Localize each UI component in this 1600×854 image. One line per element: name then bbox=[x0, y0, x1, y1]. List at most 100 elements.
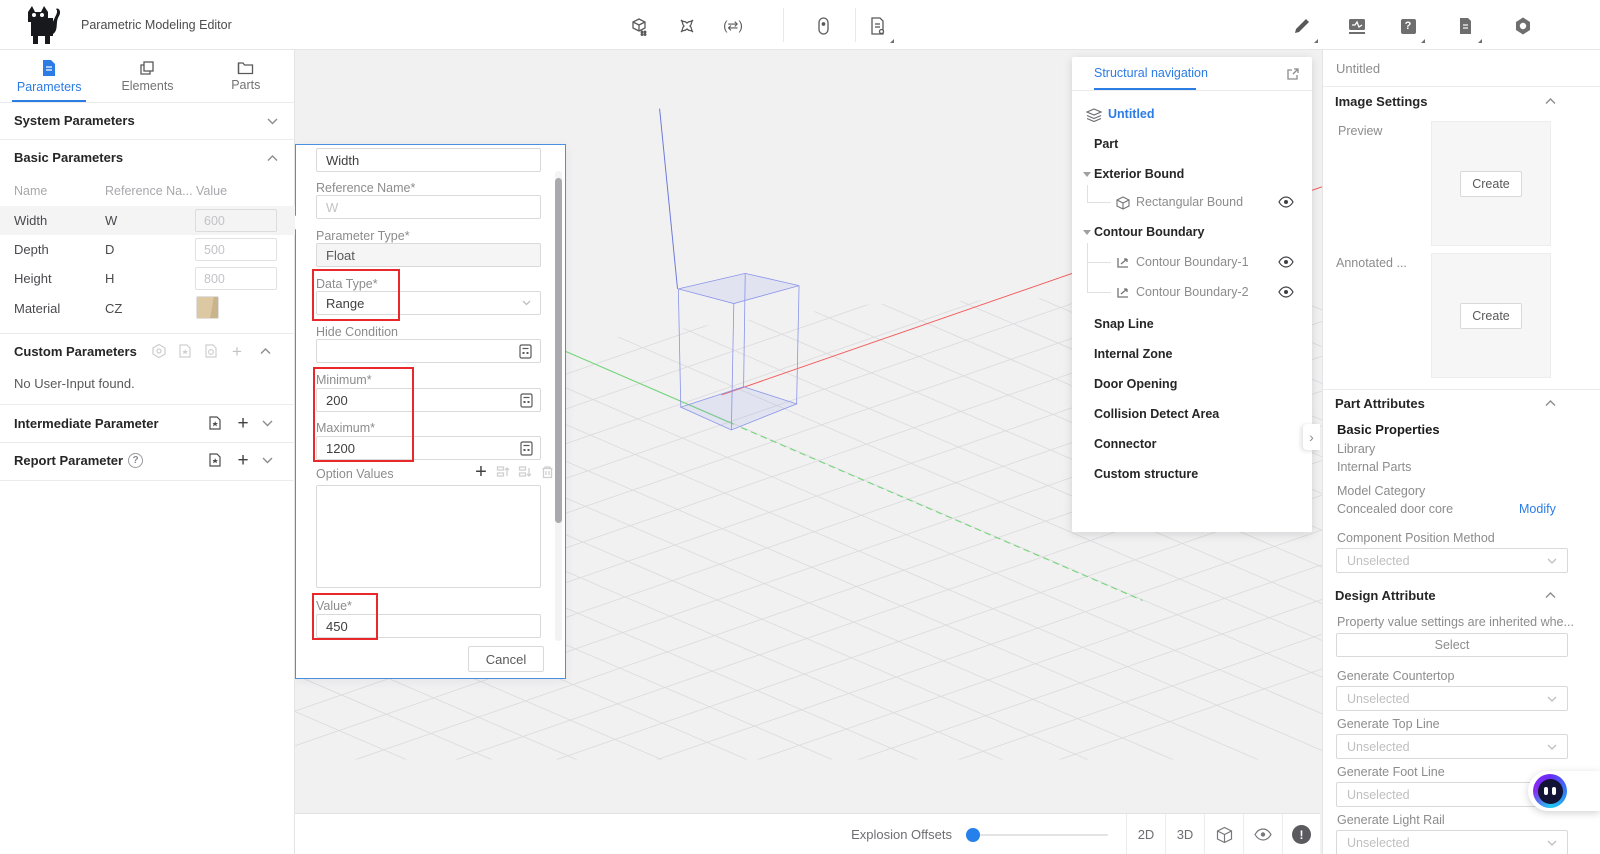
formula-calculator-icon[interactable] bbox=[520, 441, 533, 456]
visibility-button[interactable] bbox=[1243, 814, 1282, 854]
move-option-down-icon[interactable] bbox=[516, 463, 534, 481]
document-config-icon[interactable] bbox=[864, 13, 890, 39]
add-intermediate-parameter-button[interactable]: + bbox=[234, 414, 252, 432]
app-logo-cat-icon[interactable] bbox=[22, 4, 64, 48]
width-value-input[interactable] bbox=[195, 209, 277, 232]
chevron-up-icon[interactable] bbox=[1545, 400, 1556, 407]
reference-name-input[interactable] bbox=[316, 195, 541, 219]
export-template-icon[interactable] bbox=[202, 342, 220, 360]
visibility-eye-icon[interactable] bbox=[1278, 256, 1294, 268]
add-report-parameter-button[interactable]: + bbox=[234, 451, 252, 469]
tree-node-contour-boundary-1[interactable]: Contour Boundary-1 bbox=[1072, 249, 1312, 277]
basic-properties-item[interactable]: Basic Properties bbox=[1337, 422, 1440, 437]
formula-calculator-icon[interactable] bbox=[519, 344, 532, 359]
right-panel-collapse-handle[interactable]: › bbox=[1303, 424, 1320, 450]
view-2d-button[interactable]: 2D bbox=[1126, 814, 1165, 854]
tree-node-collision-detect-area[interactable]: Collision Detect Area bbox=[1072, 401, 1312, 429]
generate-top-line-select[interactable]: Unselected bbox=[1336, 734, 1568, 759]
tree-node-door-opening[interactable]: Door Opening bbox=[1072, 371, 1312, 399]
explosion-offsets-slider[interactable] bbox=[966, 834, 1108, 836]
internal-parts-item[interactable]: Internal Parts bbox=[1337, 460, 1411, 474]
parameter-name-input[interactable] bbox=[316, 148, 541, 172]
tree-node-connector[interactable]: Connector bbox=[1072, 431, 1312, 459]
edit-pencil-icon[interactable] bbox=[1288, 13, 1314, 39]
tree-node-custom-structure[interactable]: Custom structure bbox=[1072, 461, 1312, 489]
import-template-icon[interactable] bbox=[206, 451, 224, 469]
generate-light-rail-select[interactable]: Unselected bbox=[1336, 830, 1568, 854]
warning-info-button[interactable]: ! bbox=[1282, 814, 1320, 854]
modify-link[interactable]: Modify bbox=[1519, 502, 1556, 516]
expand-panel-icon[interactable] bbox=[1286, 67, 1300, 81]
report-parameter-help-icon[interactable]: ? bbox=[128, 453, 143, 468]
chevron-up-icon[interactable] bbox=[267, 155, 278, 162]
move-option-up-icon[interactable] bbox=[494, 463, 512, 481]
dialog-scrollbar-thumb[interactable] bbox=[555, 178, 562, 523]
visibility-eye-icon[interactable] bbox=[1278, 286, 1294, 298]
table-row-height[interactable]: Height H bbox=[0, 264, 295, 293]
material-swatch[interactable] bbox=[196, 296, 219, 319]
create-annotated-button[interactable]: Create bbox=[1460, 303, 1522, 329]
tab-parts[interactable]: Parts bbox=[197, 50, 295, 102]
hide-condition-input[interactable] bbox=[316, 339, 541, 363]
structural-navigation-tab[interactable]: Structural navigation bbox=[1094, 66, 1208, 80]
settings-gear-icon[interactable] bbox=[1510, 13, 1536, 39]
generate-countertop-select[interactable]: Unselected bbox=[1336, 686, 1568, 711]
table-row-depth[interactable]: Depth D bbox=[0, 235, 295, 264]
import-template-icon[interactable] bbox=[176, 342, 194, 360]
chevron-down-icon[interactable] bbox=[262, 420, 273, 427]
texture-pattern-icon[interactable] bbox=[674, 13, 700, 39]
chevron-up-icon[interactable] bbox=[1545, 592, 1556, 599]
library-item[interactable]: Library bbox=[1337, 442, 1375, 456]
chevron-up-icon[interactable] bbox=[260, 348, 271, 355]
dialog-scrollbar[interactable] bbox=[555, 171, 562, 641]
cancel-button[interactable]: Cancel bbox=[468, 646, 544, 672]
visibility-eye-icon[interactable] bbox=[1278, 196, 1294, 208]
caret-down-icon[interactable] bbox=[1083, 172, 1091, 177]
select-caret-icon bbox=[1547, 696, 1557, 702]
help-icon[interactable]: ? bbox=[1395, 13, 1421, 39]
view-3d-button[interactable]: 3D bbox=[1165, 814, 1204, 854]
chevron-down-icon[interactable] bbox=[262, 457, 273, 464]
swap-view-icon[interactable]: (⇄) bbox=[720, 13, 746, 39]
tree-node-contour-boundary-2[interactable]: Contour Boundary-2 bbox=[1072, 279, 1312, 307]
add-option-button[interactable]: + bbox=[472, 463, 490, 481]
component-box-icon[interactable] bbox=[626, 13, 652, 39]
table-row-width[interactable]: Width W bbox=[0, 206, 295, 235]
data-type-select[interactable]: Range bbox=[316, 291, 541, 315]
delete-option-icon[interactable] bbox=[538, 463, 556, 481]
slider-knob[interactable] bbox=[966, 828, 980, 842]
minimum-input[interactable] bbox=[316, 388, 541, 412]
document-icon[interactable] bbox=[1452, 13, 1478, 39]
table-row-material[interactable]: Material CZ bbox=[0, 293, 295, 324]
tree-node-rectangular-bound[interactable]: Rectangular Bound bbox=[1072, 189, 1312, 217]
add-custom-parameter-button[interactable]: + bbox=[228, 342, 246, 360]
tree-node-snap-line[interactable]: Snap Line bbox=[1072, 311, 1312, 339]
option-values-textarea[interactable] bbox=[316, 485, 541, 588]
component-position-select[interactable]: Unselected bbox=[1336, 548, 1568, 573]
create-preview-button[interactable]: Create bbox=[1460, 171, 1522, 197]
import-template-icon[interactable] bbox=[206, 414, 224, 432]
chevron-down-icon[interactable] bbox=[267, 118, 278, 125]
formula-calculator-icon[interactable] bbox=[520, 393, 533, 408]
tab-parameters[interactable]: Parameters bbox=[0, 50, 98, 102]
data-type-label: Data Type* bbox=[316, 277, 378, 291]
caret-down-icon[interactable] bbox=[1083, 230, 1091, 235]
tree-node-part[interactable]: Part bbox=[1072, 131, 1312, 159]
tab-elements[interactable]: Elements bbox=[98, 50, 196, 102]
tree-node-internal-zone[interactable]: Internal Zone bbox=[1072, 341, 1312, 369]
assistant-floating-button[interactable] bbox=[1528, 771, 1600, 811]
model-view-button[interactable] bbox=[1204, 814, 1243, 854]
depth-value-input[interactable] bbox=[195, 238, 277, 261]
monitor-activity-icon[interactable] bbox=[1344, 13, 1370, 39]
wireframe-box[interactable] bbox=[678, 273, 799, 430]
tree-node-root[interactable]: Untitled bbox=[1072, 101, 1312, 129]
report-parameter-title: Report Parameter ? bbox=[14, 453, 143, 468]
select-caret-icon bbox=[1547, 558, 1557, 564]
target-icon[interactable] bbox=[150, 342, 168, 360]
maximum-input[interactable] bbox=[316, 436, 541, 460]
value-input[interactable] bbox=[316, 614, 541, 638]
binding-icon[interactable] bbox=[810, 13, 836, 39]
chevron-up-icon[interactable] bbox=[1545, 98, 1556, 105]
select-button[interactable]: Select bbox=[1336, 633, 1568, 657]
height-value-input[interactable] bbox=[195, 267, 277, 290]
